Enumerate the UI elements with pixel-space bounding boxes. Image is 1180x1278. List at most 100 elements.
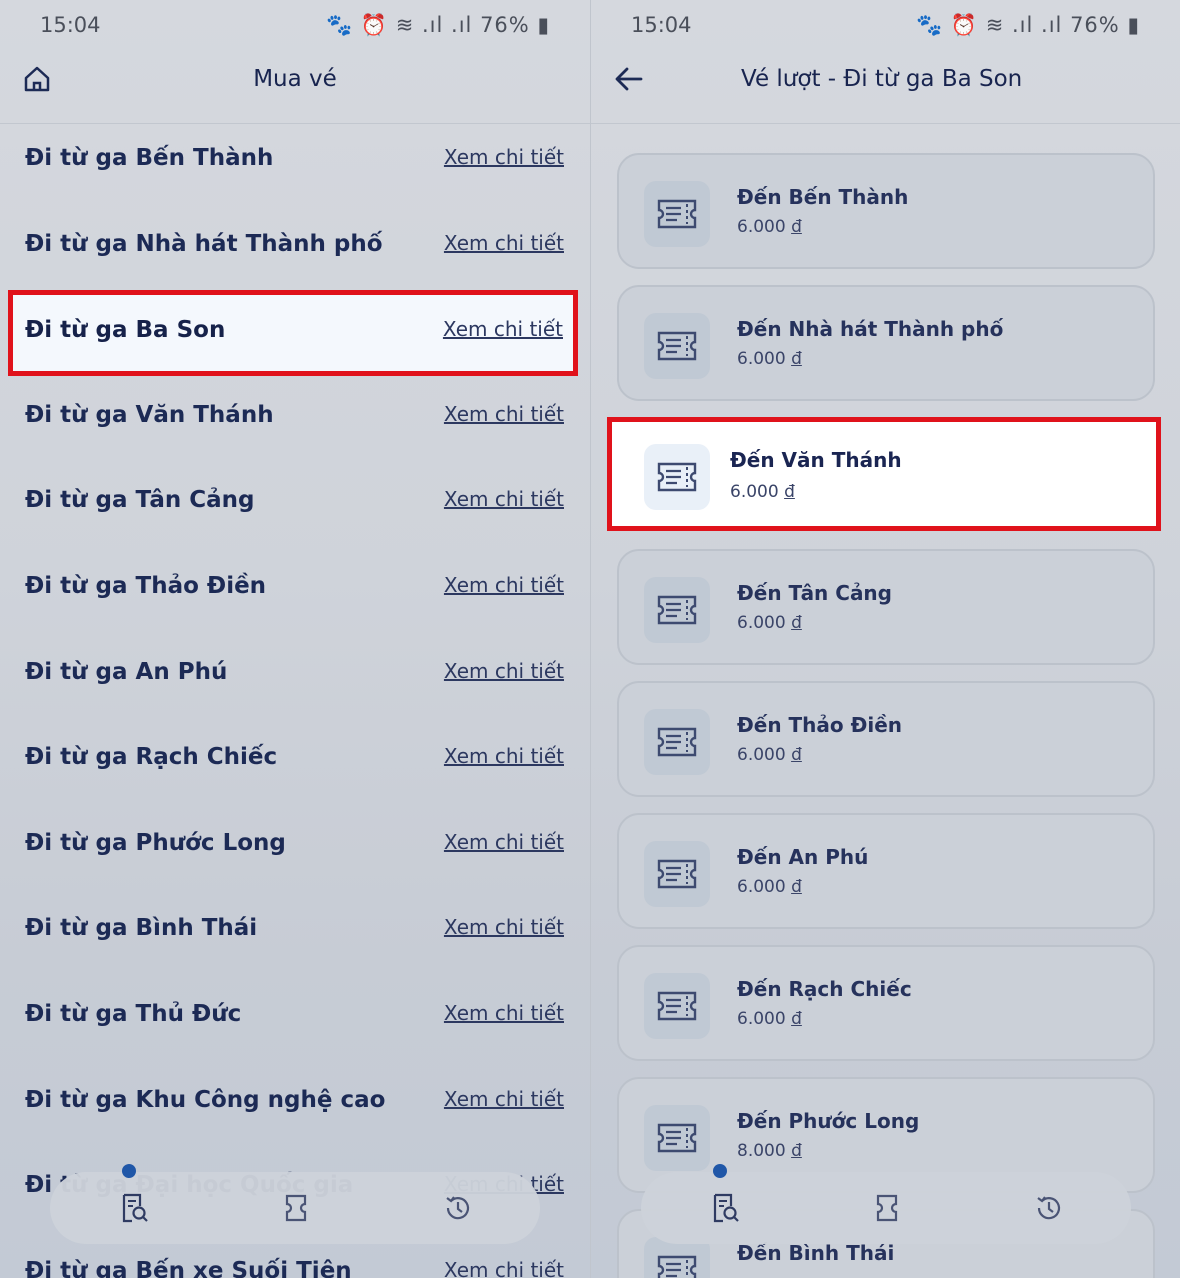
ticket-icon — [657, 595, 697, 625]
price-amount: 6.000 — [737, 745, 786, 765]
ticket-icon — [657, 199, 697, 229]
ticket-card-selected[interactable]: Đến Văn Thánh 6.000 đ — [607, 417, 1161, 531]
page-title: Vé lượt - Đi từ ga Ba Son — [741, 66, 1023, 92]
ticket-icon — [657, 859, 697, 889]
single-ticket-screen: 15:04 🐾 ⏰ ≋ .ıl .ıl 76% ▮ Vé lượt - Đi t… — [590, 0, 1180, 1278]
ticket-card[interactable]: Đến Nhà hát Thành phố 6.000 đ — [617, 285, 1155, 401]
route-row[interactable]: Đi từ ga Bình Thái Xem chi tiết — [0, 903, 590, 989]
route-label: Đi từ ga Tân Cảng — [25, 487, 255, 514]
view-details-link[interactable]: Xem chi tiết — [444, 402, 564, 426]
route-label: Đi từ ga Văn Thánh — [25, 401, 274, 428]
paw-icon: 🐾 — [326, 13, 354, 37]
route-label: Đi từ ga Thảo Điền — [25, 573, 267, 599]
status-time: 15:04 — [631, 13, 692, 37]
price-amount: 6.000 — [737, 349, 786, 369]
battery-level: 76% — [480, 13, 530, 37]
ticket-card[interactable]: Đến Bến Thành 6.000 đ — [617, 153, 1155, 269]
header: Vé lượt - Đi từ ga Ba Son — [591, 52, 1180, 124]
ticket-card[interactable]: Đến Rạch Chiếc 6.000 đ — [617, 945, 1155, 1061]
view-details-link[interactable]: Xem chi tiết — [443, 317, 563, 341]
route-label: Đi từ ga Thủ Đức — [25, 1001, 242, 1027]
ticket-icon — [657, 727, 697, 757]
signal-icon: .ıl .ıl — [422, 13, 473, 37]
ticket-price: 6.000 đ — [737, 217, 802, 237]
view-details-link[interactable]: Xem chi tiết — [444, 231, 564, 255]
page-title: Mua vé — [253, 66, 337, 92]
route-row[interactable]: Đi từ ga Thảo Điền Xem chi tiết — [0, 561, 590, 647]
view-details-link[interactable]: Xem chi tiết — [444, 915, 564, 939]
route-row[interactable]: Đi từ ga Bến xe Suối Tiên Xem chi tiết — [0, 1246, 590, 1278]
route-row[interactable]: Đi từ ga Bến Thành Xem chi tiết — [0, 133, 590, 219]
ticket-icon — [644, 709, 710, 775]
price-amount: 6.000 — [737, 613, 786, 633]
ticket-search-icon[interactable] — [709, 1192, 741, 1224]
paw-icon: 🐾 — [916, 13, 944, 37]
ticket-destination: Đến Rạch Chiếc — [737, 977, 912, 1001]
ticket-card[interactable]: Đến An Phú 6.000 đ — [617, 813, 1155, 929]
ticket-icon — [657, 462, 697, 492]
view-details-link[interactable]: Xem chi tiết — [444, 1087, 564, 1111]
route-label: Đi từ ga Ba Son — [25, 317, 226, 343]
ticket-card[interactable]: Đến Thảo Điền 6.000 đ — [617, 681, 1155, 797]
price-currency: đ — [791, 1141, 802, 1161]
back-arrow-icon[interactable] — [613, 64, 645, 94]
ticket-icon — [644, 313, 710, 379]
alarm-icon: ⏰ — [360, 13, 389, 37]
route-row[interactable]: Đi từ ga Khu Công nghệ cao Xem chi tiết — [0, 1075, 590, 1161]
price-amount: 6.000 — [730, 482, 779, 502]
route-label: Đi từ ga Khu Công nghệ cao — [25, 1086, 386, 1113]
history-icon[interactable] — [442, 1192, 474, 1224]
route-row-selected[interactable]: Đi từ ga Ba Son Xem chi tiết — [8, 290, 578, 376]
ticket-search-icon[interactable] — [118, 1192, 150, 1224]
route-row[interactable]: Đi từ ga An Phú Xem chi tiết — [0, 647, 590, 733]
ticket-price: 6.000 đ — [737, 349, 802, 369]
ticket-price: 8.000 đ — [737, 1141, 802, 1161]
view-details-link[interactable]: Xem chi tiết — [444, 573, 564, 597]
ticket-price: 6.000 đ — [737, 745, 802, 765]
view-details-link[interactable]: Xem chi tiết — [444, 830, 564, 854]
ticket-price: 6.000 đ — [737, 1009, 802, 1029]
view-details-link[interactable]: Xem chi tiết — [444, 1258, 564, 1278]
battery-icon: ▮ — [1127, 13, 1140, 37]
battery-level: 76% — [1070, 13, 1120, 37]
price-amount: 8.000 — [737, 1141, 786, 1161]
route-row[interactable]: Đi từ ga Thủ Đức Xem chi tiết — [0, 989, 590, 1075]
ticket-destination: Đến Tân Cảng — [737, 581, 892, 605]
route-row[interactable]: Đi từ ga Phước Long Xem chi tiết — [0, 818, 590, 904]
ticket-price: 6.000 đ — [730, 482, 795, 502]
price-currency: đ — [791, 877, 802, 897]
view-details-link[interactable]: Xem chi tiết — [444, 1001, 564, 1025]
view-details-link[interactable]: Xem chi tiết — [444, 145, 564, 169]
ticket-card[interactable]: Đến Tân Cảng 6.000 đ — [617, 549, 1155, 665]
ticket-destination: Đến Văn Thánh — [730, 448, 902, 472]
ticket-icon — [644, 577, 710, 643]
battery-icon: ▮ — [537, 13, 550, 37]
ticket-destination: Đến An Phú — [737, 845, 869, 869]
status-time: 15:04 — [40, 13, 101, 37]
tickets-icon[interactable] — [871, 1192, 903, 1224]
view-details-link[interactable]: Xem chi tiết — [444, 659, 564, 683]
history-icon[interactable] — [1033, 1192, 1065, 1224]
ticket-icon — [644, 1105, 710, 1171]
view-details-link[interactable]: Xem chi tiết — [444, 744, 564, 768]
price-currency: đ — [791, 349, 802, 369]
wifi-icon: ≋ — [395, 13, 415, 37]
route-row[interactable]: Đi từ ga Rạch Chiếc Xem chi tiết — [0, 732, 590, 818]
route-row[interactable]: Đi từ ga Tân Cảng Xem chi tiết — [0, 475, 590, 561]
header: Mua vé — [0, 52, 590, 124]
route-label: Đi từ ga Nhà hát Thành phố — [25, 230, 383, 257]
active-indicator — [713, 1164, 727, 1178]
price-amount: 6.000 — [737, 1009, 786, 1029]
route-label: Đi từ ga An Phú — [25, 658, 228, 685]
ticket-icon — [657, 331, 697, 361]
status-indicators: 🐾 ⏰ ≋ .ıl .ıl 76% ▮ — [916, 13, 1140, 38]
ticket-price: 6.000 đ — [737, 877, 802, 897]
bottom-nav — [641, 1164, 1131, 1244]
tickets-icon[interactable] — [280, 1192, 312, 1224]
route-row[interactable]: Đi từ ga Văn Thánh Xem chi tiết — [0, 390, 590, 476]
buy-ticket-screen: 15:04 🐾 ⏰ ≋ .ıl .ıl 76% ▮ Mua vé Đi từ g… — [0, 0, 590, 1278]
ticket-icon — [644, 444, 710, 510]
price-amount: 6.000 — [737, 877, 786, 897]
view-details-link[interactable]: Xem chi tiết — [444, 487, 564, 511]
route-label: Đi từ ga Bến xe Suối Tiên — [25, 1257, 352, 1278]
